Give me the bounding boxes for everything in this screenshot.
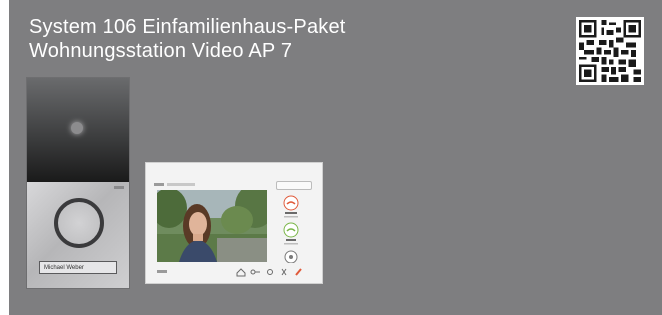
monitor-toolbar bbox=[157, 268, 302, 277]
title-line-2: Wohnungsstation Video AP 7 bbox=[29, 40, 293, 62]
call-controls bbox=[283, 195, 299, 263]
indoor-monitor-image bbox=[146, 163, 322, 283]
brand-mark bbox=[114, 186, 124, 189]
bell-module: Michael Weber bbox=[27, 182, 129, 288]
camera-module bbox=[27, 78, 129, 182]
mute-icon[interactable] bbox=[281, 268, 287, 276]
door-station-image: Michael Weber bbox=[27, 78, 129, 288]
video-feed bbox=[157, 190, 267, 262]
bell-button-icon[interactable] bbox=[54, 198, 104, 248]
settings-icon[interactable] bbox=[267, 269, 273, 275]
camera-icon bbox=[71, 122, 83, 134]
end-call-icon[interactable] bbox=[295, 268, 302, 276]
name-label: Michael Weber bbox=[39, 261, 117, 274]
home-icon[interactable] bbox=[236, 268, 246, 277]
key-icon[interactable] bbox=[250, 269, 260, 275]
qr-code-icon[interactable] bbox=[576, 17, 644, 85]
product-panel: System 106 Einfamilienhaus-Paket Wohnung… bbox=[9, 0, 662, 315]
top-button[interactable] bbox=[276, 181, 312, 190]
title-line-1: System 106 Einfamilienhaus-Paket bbox=[29, 16, 346, 38]
product-title: System 106 Einfamilienhaus-Paket Wohnung… bbox=[29, 15, 346, 63]
screen-header bbox=[154, 183, 195, 186]
